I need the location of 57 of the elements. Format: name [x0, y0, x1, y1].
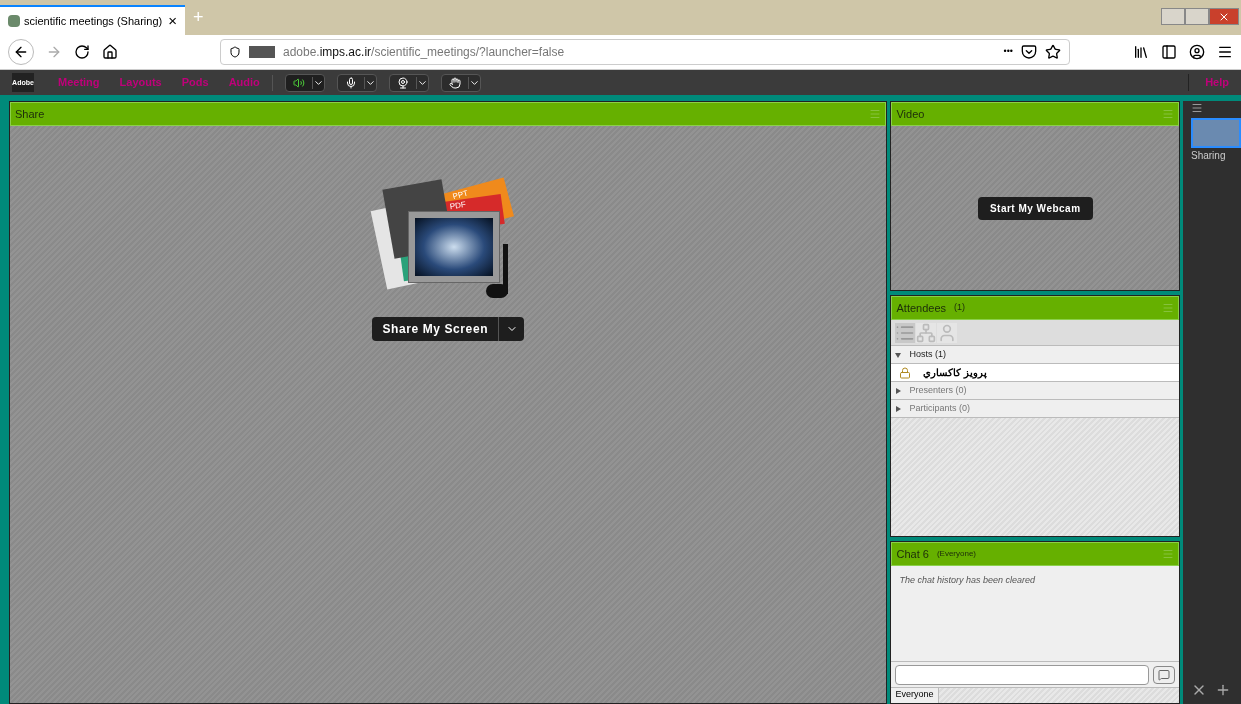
caret-icon[interactable] — [363, 76, 376, 89]
shield-icon — [229, 46, 241, 58]
layouts-menu-icon[interactable] — [1191, 102, 1203, 114]
bookmark-star-icon[interactable] — [1045, 44, 1061, 60]
start-webcam-button[interactable]: Start My Webcam — [977, 196, 1093, 220]
toolbar-button[interactable] — [336, 73, 377, 92]
attendee-group[interactable]: Hosts (1) — [891, 346, 1179, 364]
close-button[interactable] — [1209, 8, 1239, 25]
reload-icon[interactable] — [74, 44, 90, 60]
url-text: adobe.imps.ac.ir/scientific_meetings/?launcher=false — [283, 44, 566, 61]
hand-icon — [448, 76, 461, 89]
pocket-icon[interactable] — [1021, 44, 1037, 60]
more-actions[interactable]: ••• — [1003, 45, 1013, 59]
browser-tab[interactable]: scientific meetings (Sharing) × — [0, 5, 185, 35]
chat-message: The chat history has been cleared — [898, 574, 1037, 587]
pod-title: Attendees — [896, 300, 947, 316]
layout-item[interactable]: Sharing — [1191, 118, 1241, 163]
tab-close[interactable]: × — [168, 9, 177, 33]
chat-tab[interactable]: Everyone — [891, 688, 940, 703]
pod-title: Video — [896, 106, 925, 122]
attendee-group[interactable]: Presenters (0) — [891, 382, 1179, 400]
media-files-drawing: PPT PDF — [368, 176, 529, 311]
chat-input[interactable] — [895, 664, 1149, 685]
send-button[interactable] — [1153, 665, 1175, 684]
attendee-row[interactable]: پرویز کاکساري — [891, 364, 1179, 382]
caret-icon[interactable] — [467, 76, 480, 89]
caret-icon[interactable] — [415, 76, 428, 89]
attendee-name: پرویز کاکساري — [923, 366, 988, 380]
home-icon[interactable] — [102, 44, 118, 60]
webcam-icon — [396, 76, 409, 89]
host-icon — [899, 366, 912, 379]
menu-icon[interactable] — [1217, 44, 1233, 60]
caret-icon[interactable] — [311, 76, 324, 89]
speech-bubble-icon — [1158, 668, 1170, 681]
layout-thumbnail — [1191, 118, 1241, 148]
toolbar-button[interactable] — [284, 73, 325, 92]
attendee-count: (1) — [954, 301, 966, 315]
library-icon[interactable] — [1133, 44, 1149, 60]
page-favicon — [8, 15, 20, 27]
mic-icon — [344, 76, 357, 89]
chat-scope: (Everyone) — [936, 548, 977, 560]
collapse-icon — [895, 351, 902, 358]
toolbar-button[interactable] — [440, 73, 481, 92]
expand-icon — [895, 405, 902, 412]
add-layout-icon[interactable] — [1215, 682, 1231, 698]
tab-title: scientific meetings (Sharing) — [24, 13, 164, 29]
attendee-group[interactable]: Participants (0) — [891, 400, 1179, 418]
speaker-icon — [292, 76, 305, 89]
account-icon[interactable] — [1189, 44, 1205, 60]
toolbar-button[interactable] — [388, 73, 429, 92]
pod-title: Share — [15, 106, 45, 122]
sidebar-icon[interactable] — [1161, 44, 1177, 60]
expand-icon — [895, 387, 902, 394]
pod-title: Chat 6 — [896, 546, 929, 562]
share-screen-button[interactable]: Share My Screen — [372, 317, 499, 341]
address-bar[interactable]: adobe.imps.ac.ir/scientific_meetings/?launcher=false ••• — [220, 39, 1070, 65]
dropdown-button[interactable] — [498, 317, 525, 341]
